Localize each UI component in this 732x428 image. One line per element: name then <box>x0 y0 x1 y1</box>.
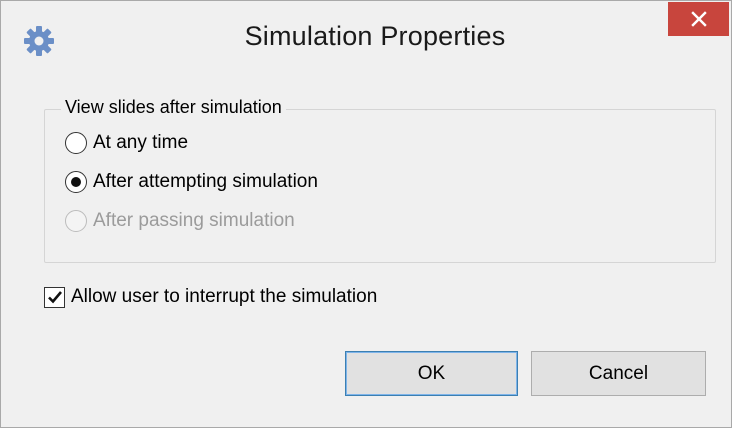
dialog-body: View slides after simulation At any time… <box>9 79 723 411</box>
close-icon <box>690 11 707 27</box>
view-slides-groupbox: View slides after simulation At any time… <box>44 97 716 263</box>
dialog-title: Simulation Properties <box>244 21 506 51</box>
radio-after-attempting[interactable]: After attempting simulation <box>65 169 318 195</box>
cancel-button[interactable]: Cancel <box>531 351 706 396</box>
ok-button[interactable]: OK <box>345 351 518 396</box>
dialog-window: Simulation Properties View slides after … <box>0 0 732 428</box>
radio-button-after-passing <box>65 210 87 232</box>
radio-label-after-passing: After passing simulation <box>93 210 295 231</box>
interrupt-label: Allow user to interrupt the simulation <box>71 286 378 307</box>
radio-after-passing: After passing simulation <box>65 208 295 234</box>
radio-at-any-time[interactable]: At any time <box>65 130 188 156</box>
radio-button-after-attempting[interactable] <box>65 171 87 193</box>
title-bar[interactable]: Simulation Properties <box>1 1 731 79</box>
radio-label-at-any-time: At any time <box>93 132 189 153</box>
checkmark-icon <box>47 291 62 304</box>
interrupt-checkbox-row[interactable]: Allow user to interrupt the simulation <box>44 284 377 310</box>
close-button[interactable] <box>668 2 729 36</box>
groupbox-legend: View slides after simulation <box>61 97 286 118</box>
radio-label-after-attempting: After attempting simulation <box>93 171 318 192</box>
radio-button-at-any-time[interactable] <box>65 132 87 154</box>
interrupt-checkbox[interactable] <box>44 286 65 308</box>
